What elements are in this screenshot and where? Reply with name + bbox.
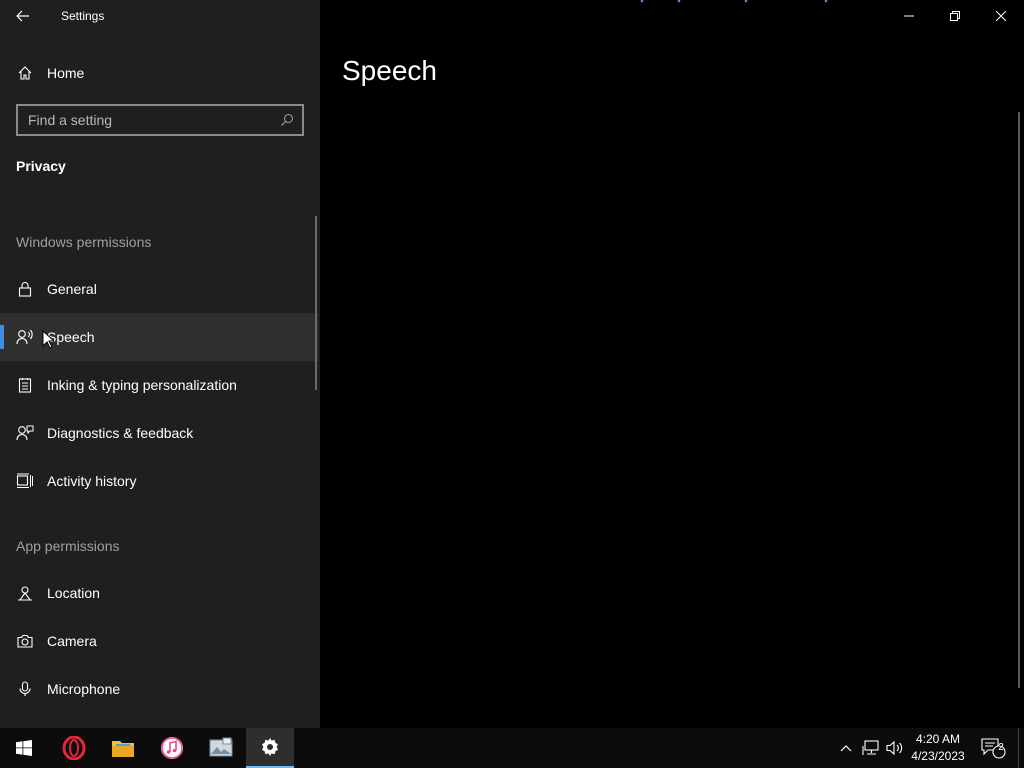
- file-explorer-icon: [112, 741, 134, 757]
- sidebar-item-label: General: [47, 281, 97, 297]
- close-button[interactable]: [978, 0, 1024, 32]
- sidebar-item-label: Speech: [47, 329, 95, 345]
- restore-icon: [950, 11, 960, 21]
- sidebar: Settings Home Privacy Windows permission…: [0, 0, 320, 728]
- start-icon: [16, 740, 32, 756]
- sidebar-scrollbar[interactable]: [315, 216, 317, 390]
- windows-permissions-header: Windows permissions: [16, 234, 152, 250]
- itunes-icon: [161, 737, 183, 759]
- content-pane: Speech: [320, 0, 1024, 728]
- location-icon: [16, 584, 34, 602]
- back-arrow-icon: [16, 10, 29, 22]
- network-button[interactable]: [860, 728, 882, 768]
- taskbar-clock[interactable]: 4:20 AM 4/23/2023: [906, 731, 970, 765]
- microphone-icon: [16, 680, 34, 698]
- taskbar-app-itunes[interactable]: [148, 728, 196, 768]
- restore-button[interactable]: [932, 0, 978, 32]
- show-desktop-button[interactable]: [1018, 728, 1024, 768]
- home-label: Home: [47, 65, 85, 81]
- taskbar-app-file-explorer[interactable]: [99, 728, 147, 768]
- mouse-cursor-icon: [42, 330, 54, 349]
- opera-icon: [62, 736, 86, 760]
- sidebar-item-label: Inking & typing personalization: [47, 377, 237, 393]
- sidebar-item-diagnostics[interactable]: Diagnostics & feedback: [0, 409, 318, 457]
- taskbar: 4:20 AM 4/23/2023 2: [0, 728, 1024, 768]
- show-hidden-icons-button[interactable]: [836, 728, 856, 768]
- sidebar-item-general[interactable]: General: [0, 265, 318, 313]
- search-icon[interactable]: [272, 113, 302, 127]
- speech-icon: [16, 328, 34, 346]
- sidebar-item-label: Location: [47, 585, 100, 601]
- camera-icon: [16, 632, 34, 650]
- volume-icon: [886, 740, 903, 756]
- inking-icon: [16, 376, 34, 394]
- clock-time: 4:20 AM: [915, 732, 961, 746]
- page-title: Speech: [342, 55, 437, 86]
- section-title: Privacy: [16, 158, 66, 174]
- network-icon: [862, 740, 879, 755]
- loading-dots: [640, 0, 828, 3]
- sidebar-item-microphone[interactable]: Microphone: [0, 665, 318, 713]
- search-box[interactable]: [16, 104, 304, 136]
- settings-window: Settings Home Privacy Windows permission…: [0, 0, 1024, 728]
- sidebar-item-label: Microphone: [47, 681, 121, 697]
- taskbar-app-settings[interactable]: [246, 728, 294, 768]
- notification-count-badge: 2: [998, 742, 1004, 753]
- sidebar-item-camera[interactable]: Camera: [0, 617, 318, 665]
- sidebar-item-activity-history[interactable]: Activity history: [0, 457, 318, 505]
- home-icon: [16, 64, 34, 82]
- app-permissions-header: App permissions: [16, 538, 120, 554]
- search-input[interactable]: [18, 112, 272, 128]
- diagnostics-icon: [16, 424, 34, 442]
- sidebar-item-label: Activity history: [47, 473, 137, 489]
- close-icon: [996, 11, 1006, 21]
- activity-history-icon: [16, 472, 34, 490]
- taskbar-app-photos[interactable]: [197, 728, 245, 768]
- start-button[interactable]: [0, 728, 48, 768]
- sidebar-item-inking-typing[interactable]: Inking & typing personalization: [0, 361, 318, 409]
- minimize-button[interactable]: [886, 0, 932, 32]
- lock-icon: [16, 280, 34, 298]
- sidebar-item-label: Diagnostics & feedback: [47, 425, 194, 441]
- title-bar: Settings: [0, 0, 320, 32]
- app-title: Settings: [61, 9, 105, 23]
- volume-button[interactable]: [884, 728, 906, 768]
- home-nav-item[interactable]: Home: [0, 49, 318, 97]
- content-scrollbar[interactable]: [1018, 112, 1020, 688]
- photo-app-icon: [209, 737, 233, 757]
- chevron-up-icon: [840, 745, 852, 752]
- sidebar-item-location[interactable]: Location: [0, 569, 318, 617]
- sidebar-item-label: Camera: [47, 633, 97, 649]
- settings-icon: [262, 738, 278, 756]
- back-button[interactable]: [0, 0, 46, 32]
- clock-date: 4/23/2023: [911, 749, 965, 763]
- action-center-button[interactable]: 2: [976, 728, 1010, 768]
- minimize-icon: [904, 15, 914, 17]
- taskbar-app-opera[interactable]: [50, 728, 98, 768]
